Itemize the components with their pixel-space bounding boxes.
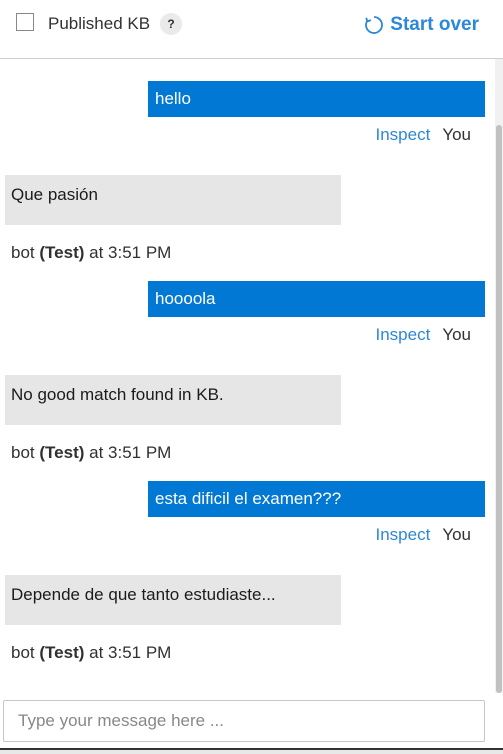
bot-message-meta: bot (Test) at 3:51 PM <box>11 442 171 464</box>
chat-transcript[interactable]: hello Inspect You Que pasión bot (Test) … <box>0 59 495 693</box>
message-composer <box>3 700 485 742</box>
bot-name: (Test) <box>39 443 85 462</box>
bot-message-meta: bot (Test) at 3:51 PM <box>11 642 171 664</box>
window-bottom-edge <box>0 748 503 754</box>
bot-message-meta: bot (Test) at 3:51 PM <box>11 242 171 264</box>
bot-message: No good match found in KB. <box>5 375 341 425</box>
message-time: at 3:51 PM <box>89 643 172 662</box>
message-input[interactable] <box>4 701 484 741</box>
sender-you: You <box>442 325 471 344</box>
published-kb-label: Published KB <box>48 14 151 33</box>
message-time: at 3:51 PM <box>89 243 172 262</box>
inspect-link[interactable]: Inspect <box>376 524 431 546</box>
user-message: esta dificil el examen??? <box>148 481 485 517</box>
transcript-scrollbar[interactable] <box>495 59 503 693</box>
help-icon[interactable]: ? <box>160 13 182 35</box>
refresh-icon <box>365 16 384 34</box>
user-message-meta: Inspect You <box>376 124 472 146</box>
bot-name: (Test) <box>39 243 85 262</box>
inspect-link[interactable]: Inspect <box>376 124 431 146</box>
bot-label: bot <box>11 243 35 262</box>
bot-label: bot <box>11 643 35 662</box>
user-message-meta: Inspect You <box>376 524 472 546</box>
scrollbar-thumb[interactable] <box>496 125 502 693</box>
bot-message: Depende de que tanto estudiaste... <box>5 575 341 625</box>
bot-name: (Test) <box>39 643 85 662</box>
user-message-meta: Inspect You <box>376 324 472 346</box>
sender-you: You <box>442 125 471 144</box>
start-over-button[interactable]: Start over <box>364 13 479 37</box>
start-over-label: Start over <box>390 14 479 35</box>
inspect-link[interactable]: Inspect <box>376 324 431 346</box>
chat-header: Published KB ? Start over <box>0 0 503 59</box>
message-time: at 3:51 PM <box>89 443 172 462</box>
bot-message: Que pasión <box>5 175 341 225</box>
published-kb-checkbox[interactable] <box>16 13 34 31</box>
user-message: hello <box>148 81 485 117</box>
bot-label: bot <box>11 443 35 462</box>
sender-you: You <box>442 525 471 544</box>
user-message: hoooola <box>148 281 485 317</box>
